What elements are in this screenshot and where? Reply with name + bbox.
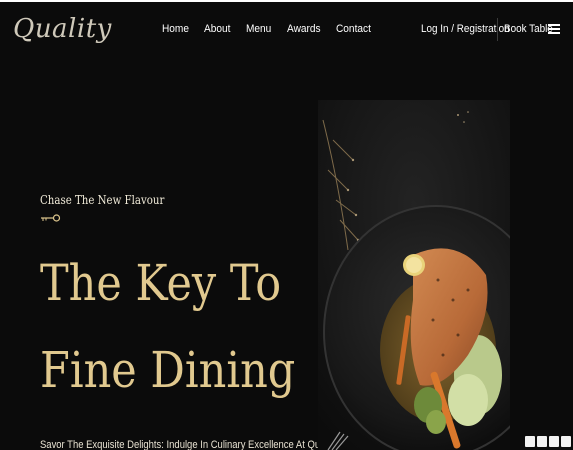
- main-nav: Home About Menu Awards Contact: [162, 23, 374, 35]
- hero-tagline: Chase The New Flavour: [40, 193, 165, 207]
- hero-subtext: Savor The Exquisite Delights: Indulge In…: [40, 439, 337, 450]
- nav-home[interactable]: Home: [162, 23, 189, 35]
- header-divider: [497, 18, 498, 41]
- hamburger-menu-icon[interactable]: [548, 23, 560, 35]
- accessibility-toolbar: [525, 436, 571, 447]
- nav-awards[interactable]: Awards: [287, 23, 321, 35]
- hero-headline-line1: The Key To: [40, 254, 282, 312]
- hero-dish-image: [318, 100, 510, 450]
- toolbar-button-3[interactable]: [549, 436, 559, 447]
- nav-contact[interactable]: Contact: [336, 23, 371, 35]
- toolbar-button-1[interactable]: [525, 436, 535, 447]
- site-logo[interactable]: Quality: [13, 14, 112, 44]
- hero-headline-line2: Fine Dining: [40, 341, 296, 399]
- key-icon: [41, 214, 61, 222]
- toolbar-button-2[interactable]: [537, 436, 547, 447]
- book-table-link[interactable]: Book Table: [504, 23, 553, 35]
- header: Quality Home About Menu Awards Contact L…: [0, 0, 573, 58]
- nav-about[interactable]: About: [204, 23, 230, 35]
- nav-menu[interactable]: Menu: [246, 23, 271, 35]
- toolbar-button-4[interactable]: [561, 436, 571, 447]
